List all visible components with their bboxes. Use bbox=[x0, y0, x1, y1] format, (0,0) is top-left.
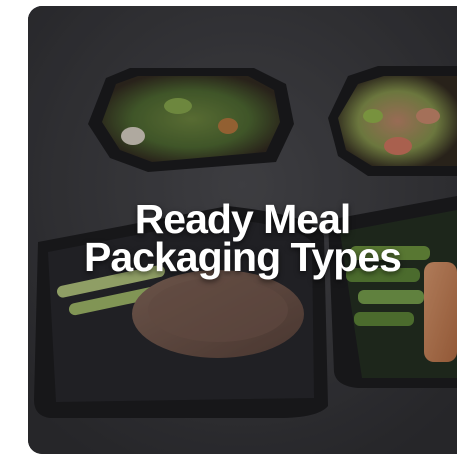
card-title: Ready Meal Packaging Types bbox=[28, 196, 457, 280]
title-line-1: Ready Meal bbox=[134, 196, 352, 242]
title-line-2: Packaging Types bbox=[84, 234, 402, 280]
packaging-types-card[interactable]: Ready Meal Packaging Types bbox=[28, 6, 457, 454]
